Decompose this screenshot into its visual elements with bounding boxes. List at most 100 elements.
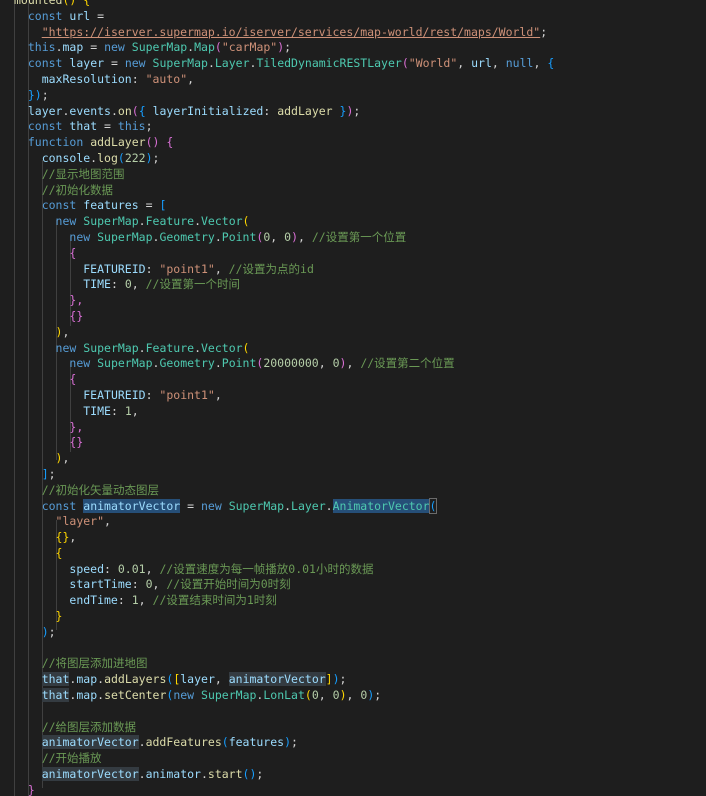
code-token: = [83, 40, 105, 55]
code-line[interactable]: startTime: 0, //设置开始时间为0时刻 [14, 577, 554, 593]
code-token: const [41, 498, 77, 513]
code-token: ( [428, 497, 438, 514]
code-line[interactable]: {} [14, 435, 554, 451]
code-token: //设置结束时间为1时刻 [152, 593, 277, 608]
code-token: { [69, 245, 77, 260]
code-line[interactable]: console.log(222); [14, 151, 554, 167]
code-token: ; [339, 672, 347, 687]
code-line[interactable]: const layer = new SuperMap.Layer.TiledDy… [14, 56, 554, 72]
code-line[interactable]: layer.events.on({ layerInitialized: addL… [14, 104, 554, 120]
code-token: startTime [69, 577, 132, 592]
code-line[interactable]: {}, [14, 530, 554, 546]
code-line[interactable]: //开始播放 [14, 751, 554, 767]
code-editor[interactable]: mounted() { const url = "https://iserver… [0, 0, 706, 796]
code-token: 0 [124, 277, 132, 292]
code-token: , [187, 71, 195, 86]
code-line[interactable]: const animatorVector = new SuperMap.Laye… [14, 497, 554, 515]
code-token: . [214, 356, 222, 371]
code-line[interactable]: ]; [14, 467, 554, 483]
code-line[interactable]: FEATUREID: "point1", [14, 388, 554, 404]
code-line[interactable]: new SuperMap.Geometry.Point(0, 0), //设置第… [14, 230, 554, 246]
code-line[interactable]: that.map.setCenter(new SuperMap.LonLat(0… [14, 688, 554, 704]
code-token: Feature [145, 340, 195, 355]
code-line[interactable]: speed: 0.01, //设置速度为每一帧播放0.01小时的数据 [14, 562, 554, 578]
code-token: "auto" [145, 71, 188, 86]
code-line[interactable]: animatorVector.addFeatures(features); [14, 735, 554, 751]
code-line[interactable]: this.map = new SuperMap.Map("carMap"); [14, 40, 554, 56]
code-line[interactable]: { [14, 372, 554, 388]
code-line[interactable]: //将图层添加进地图 [14, 656, 554, 672]
code-line[interactable]: } [14, 783, 554, 796]
code-line[interactable]: "layer", [14, 514, 554, 530]
code-line[interactable]: mounted() { [14, 0, 554, 9]
code-line[interactable]: const that = this; [14, 119, 554, 135]
code-token: map [62, 40, 84, 55]
code-token: . [194, 340, 201, 355]
code-line[interactable]: //给图层添加数据 [14, 720, 554, 736]
code-token: SuperMap [131, 40, 188, 55]
code-lines[interactable]: mounted() { const url = "https://iserver… [0, 0, 554, 796]
code-token: . [138, 735, 146, 750]
code-token: = [138, 198, 160, 213]
code-token: that [69, 119, 98, 134]
code-token: const [27, 56, 63, 71]
code-line[interactable]: FEATUREID: "point1", //设置为点的id [14, 262, 554, 278]
code-token: () [242, 767, 257, 782]
code-token: , [346, 356, 361, 371]
code-line[interactable]: ), [14, 451, 554, 467]
code-line[interactable]: }, [14, 293, 554, 309]
code-token: ) [145, 150, 153, 165]
code-token: { [547, 56, 555, 71]
code-line[interactable]: "https://iserver.supermap.io/iserver/ser… [14, 25, 554, 41]
code-line[interactable]: new SuperMap.Feature.Vector( [14, 214, 554, 230]
code-line[interactable]: that.map.addLayers([layer, animatorVecto… [14, 672, 554, 688]
code-line[interactable]: }, [14, 420, 554, 436]
code-token: = [97, 119, 118, 134]
code-line[interactable]: endTime: 1, //设置结束时间为1时刻 [14, 593, 554, 609]
code-line[interactable]: new SuperMap.Geometry.Point(20000000, 0)… [14, 356, 554, 372]
code-token: : [104, 561, 118, 576]
code-line[interactable]: new SuperMap.Feature.Vector( [14, 341, 554, 357]
code-token: that [41, 672, 70, 687]
code-line[interactable]: } [14, 609, 554, 625]
code-token: //开始播放 [41, 751, 102, 766]
code-line[interactable]: function addLayer() { [14, 135, 554, 151]
code-line[interactable]: //显示地图范围 [14, 167, 554, 183]
code-token: , [131, 277, 146, 292]
code-line[interactable]: const url = [14, 9, 554, 25]
code-token: 0 [332, 356, 340, 371]
code-token: : [110, 277, 125, 292]
code-line[interactable]: ), [14, 325, 554, 341]
code-token: TIME [83, 403, 111, 418]
code-line[interactable]: animatorVector.animator.start(); [14, 767, 554, 783]
code-token: ] [41, 466, 49, 481]
code-token: () { [62, 0, 91, 7]
code-line[interactable]: //初始化矢量动态图层 [14, 483, 554, 499]
code-line[interactable] [14, 704, 554, 720]
code-token: : [131, 577, 146, 592]
code-line[interactable]: maxResolution: "auto", [14, 72, 554, 88]
code-line[interactable]: }); [14, 88, 554, 104]
code-token: Geometry [159, 356, 215, 371]
code-line[interactable]: { [14, 546, 554, 562]
code-line[interactable]: {} [14, 309, 554, 325]
code-line[interactable]: { [14, 246, 554, 262]
code-line[interactable]: TIME: 0, //设置第一个时间 [14, 277, 554, 293]
code-line[interactable]: //初始化数据 [14, 183, 554, 199]
code-line[interactable]: const features = [ [14, 198, 554, 214]
code-line[interactable] [14, 641, 554, 657]
code-line[interactable]: ); [14, 625, 554, 641]
code-token: {} [69, 308, 84, 323]
code-token: url [69, 8, 91, 23]
code-token: { [55, 545, 63, 560]
code-token: . [138, 767, 146, 782]
code-line[interactable]: TIME: 1, [14, 404, 554, 420]
